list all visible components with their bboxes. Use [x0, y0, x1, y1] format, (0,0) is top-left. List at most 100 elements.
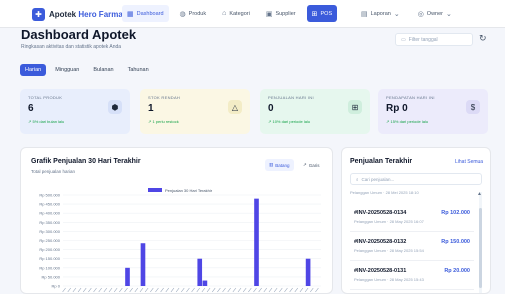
x-tick-mark [217, 287, 221, 293]
line-toggle-button[interactable]: ↗ Garis [299, 159, 324, 171]
x-tick-mark [237, 287, 242, 293]
x-tick-mark [134, 287, 139, 293]
x-tick-mark [165, 287, 170, 293]
cart-icon: ⊞ [348, 100, 362, 114]
tab-mingguan[interactable]: Mingguan [50, 64, 84, 76]
x-tick-mark [103, 287, 108, 293]
chart-bar [254, 198, 259, 286]
x-tick-mark [201, 287, 206, 293]
x-tick-mark [82, 287, 87, 293]
x-tick-mark [268, 287, 273, 293]
y-tick-label: Rp 250.000 [39, 238, 60, 243]
x-tick-mark [299, 287, 304, 293]
x-tick-mark [289, 287, 293, 293]
y-tick-label: Rp 500.000 [39, 193, 60, 198]
page-title: Dashboard Apotek [21, 27, 137, 42]
x-tick-mark [181, 287, 185, 293]
x-tick-mark [248, 287, 252, 293]
pharmacy-icon: ✚ [32, 7, 45, 21]
y-tick-label: Rp 400.000 [39, 211, 60, 216]
main-nav: ▦ Dashboard ◍ Produk ⌂ Kategori ▣ Supplier ⊞… [122, 5, 338, 22]
nav-laporan[interactable]: ▤ Laporan ⌄ [356, 5, 405, 22]
chart-bar [202, 280, 208, 286]
y-tick-label: Rp 150.000 [39, 256, 60, 261]
x-tick-mark [62, 287, 66, 293]
x-tick-mark [258, 287, 262, 293]
legend-label: Penjualan 30 Hari Terakhir [165, 188, 213, 193]
x-tick-mark [242, 287, 247, 293]
x-tick-mark [77, 287, 82, 293]
scroll-up-icon[interactable]: ▲ [477, 191, 482, 197]
tab-tahunan[interactable]: Tahunan [123, 64, 154, 76]
x-tick-mark [191, 287, 195, 293]
sales-search-input[interactable]: ⌕ Cari penjualan... [350, 173, 482, 185]
x-tick-mark [310, 287, 314, 293]
stat-card-penjualan: Penjualan Hari Ini 0 ↗ 10% dari periode … [260, 89, 370, 134]
nav-dashboard[interactable]: ▦ Dashboard [122, 5, 169, 22]
chart-bar [197, 258, 203, 286]
y-tick-label: Rp 450.000 [39, 202, 60, 207]
x-tick-mark [113, 287, 118, 293]
x-tick-mark [93, 287, 97, 293]
x-tick-mark [294, 287, 299, 293]
y-tick-label: Rp 100.000 [39, 265, 60, 270]
x-tick-mark [155, 287, 159, 293]
sale-item[interactable]: #INV-20250528-0134 Rp 102.000 Pelanggan … [350, 206, 474, 232]
list-item-partial: Pelanggan Umum · 28 Mei 2025 18:10 [350, 190, 419, 195]
tag-icon: ⌂ [222, 10, 227, 17]
x-tick-mark [72, 287, 77, 293]
x-tick-mark [227, 287, 231, 293]
sale-item[interactable]: #INV-20250528-0131 Rp 20.000 Pelanggan U… [350, 264, 474, 290]
x-tick-mark [119, 287, 123, 293]
stat-card-stok-rendah: Stok Rendah 1 ↗ 1 perlu restock △ [140, 89, 250, 134]
sales-chart-panel: Penjualan 30 Hari Terakhir Rp 0 Rp 50.000 R… [20, 147, 333, 294]
x-tick-mark [108, 287, 113, 293]
x-tick-mark [124, 287, 128, 293]
recent-sales-panel: Penjualan Terakhir Lihat Semua ⌕ Cari pen… [341, 147, 491, 294]
nav-pos[interactable]: ⊞ POS [306, 5, 338, 22]
x-tick-mark [88, 287, 92, 293]
y-tick-label: Rp 350.000 [39, 220, 60, 225]
x-tick-mark [160, 287, 164, 293]
calendar-icon: ▭ [401, 36, 406, 43]
brand-name: Apotek Hero Farma [49, 9, 123, 19]
stat-card-pendapatan: Pendapatan Hari Ini Rp 0 ↗ 15% dari peri… [378, 89, 488, 134]
legend-swatch [148, 188, 162, 192]
stat-card-total-produk: Total Produk 6 ↗ 5% dari bulan lalu ⬢ [20, 89, 130, 134]
dollar-icon: $ [466, 100, 480, 114]
tab-harian[interactable]: Harian [20, 64, 47, 76]
chart-bar [125, 267, 130, 286]
view-all-link[interactable]: Lihat Semua [455, 159, 483, 165]
bar-toggle-button[interactable]: ▥ Batang [265, 159, 294, 171]
sale-item[interactable]: #INV-20250528-0132 Rp 150.000 Pelanggan … [350, 235, 474, 261]
refresh-icon[interactable]: ↻ [479, 33, 487, 44]
x-tick-mark [98, 287, 102, 293]
x-tick-mark [196, 287, 200, 293]
x-tick-mark [206, 287, 211, 293]
report-icon: ▤ [361, 10, 368, 18]
x-tick-mark [144, 287, 149, 293]
x-tick-mark [186, 287, 190, 293]
nav-kategori[interactable]: ⌂ Kategori [217, 5, 255, 22]
chevron-down-icon: ⌄ [393, 10, 400, 18]
user-menu[interactable]: ◎ Owner ⌄ [413, 5, 457, 22]
date-filter-input[interactable]: ▭ Filter tanggal [395, 33, 473, 46]
x-tick-mark [279, 287, 283, 293]
nav-right: ▤ Laporan ⌄ ◎ Owner ⌄ [356, 5, 457, 22]
period-tabs: Harian Mingguan Bulanan Tahunan [20, 64, 154, 76]
chevron-down-icon: ⌄ [446, 10, 452, 18]
tab-bulanan[interactable]: Bulanan [88, 64, 118, 76]
nav-supplier[interactable]: ▣ Supplier [261, 5, 301, 22]
x-tick-mark [222, 287, 226, 293]
nav-produk[interactable]: ◍ Produk [175, 5, 212, 22]
x-tick-mark [170, 287, 175, 293]
x-tick-mark [253, 287, 257, 293]
scrollbar-thumb[interactable] [479, 208, 482, 288]
grid-icon: ▦ [127, 10, 134, 18]
brand[interactable]: ✚ Apotek Hero Farma [32, 7, 123, 21]
x-tick-mark [304, 287, 309, 293]
x-tick-mark [284, 287, 288, 293]
x-tick-mark [139, 287, 144, 293]
chart-title: Grafik Penjualan 30 Hari Terakhir [31, 158, 141, 165]
chart-subtitle: Total penjualan harian [31, 169, 76, 174]
